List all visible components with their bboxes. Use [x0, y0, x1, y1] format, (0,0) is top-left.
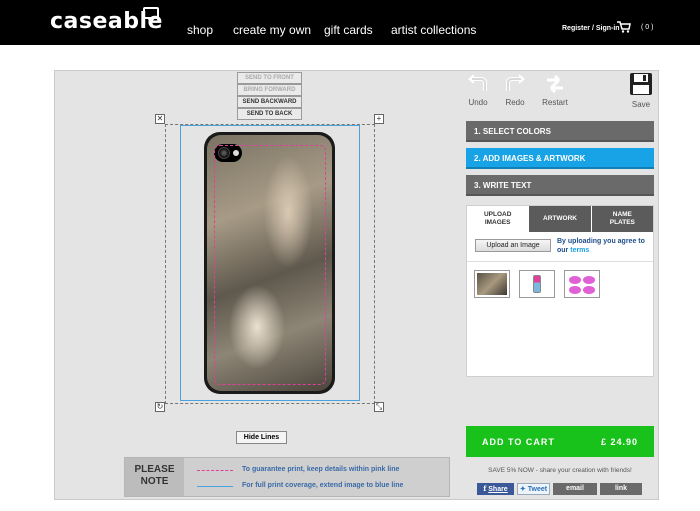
save-button[interactable]: Save [628, 72, 654, 109]
upload-image-button[interactable]: Upload an Image [475, 239, 551, 252]
cart-count: ( 0 ) [641, 24, 654, 31]
facebook-share-label: Share [488, 486, 508, 493]
hide-lines-button[interactable]: Hide Lines [236, 431, 287, 444]
tab-name-line2: PLATES [609, 219, 635, 226]
pink-line-legend [197, 470, 233, 471]
redo-button[interactable]: Redo [503, 74, 527, 107]
facebook-icon: f [483, 484, 487, 493]
upload-terms-notice: By uploading you agree to our terms [557, 237, 652, 255]
tweet-label: Tweet [527, 486, 548, 493]
redo-label: Redo [505, 98, 525, 107]
restart-label: Restart [542, 98, 568, 107]
tab-upload-line2: IMAGES [484, 219, 511, 226]
rotate-icon[interactable]: ↻ [155, 402, 165, 412]
thumbnail-phone [522, 273, 552, 295]
restart-button[interactable]: Restart [539, 74, 571, 107]
step-write-text[interactable]: 3. WRITE TEXT [466, 175, 654, 196]
price: £ 24.90 [600, 436, 638, 447]
undo-label: Undo [468, 98, 488, 107]
pink-oval-icon [569, 276, 581, 284]
tab-upload-images[interactable]: UPLOAD IMAGES [467, 206, 529, 232]
send-to-back-button[interactable]: SEND TO BACK [237, 108, 302, 120]
step-add-images-artwork[interactable]: 2. ADD IMAGES & ARTWORK [466, 148, 654, 169]
restart-icon [547, 74, 563, 94]
add-to-cart-button[interactable]: ADD TO CART £ 24.90 [466, 426, 654, 457]
panel-divider [467, 261, 653, 262]
pink-oval-icon [569, 286, 581, 294]
image-tabs: UPLOAD IMAGES ARTWORK NAME PLATES [467, 206, 653, 232]
images-panel: UPLOAD IMAGES ARTWORK NAME PLATES Upload… [466, 205, 654, 377]
speech-bubble-icon [143, 7, 159, 23]
email-button[interactable]: email [553, 483, 597, 495]
bring-forward-button[interactable]: BRING FORWARD [237, 84, 302, 96]
nav-artist-collections[interactable]: artist collections [391, 23, 476, 37]
tab-artwork[interactable]: ARTWORK [528, 206, 591, 232]
tab-upload-line1: UPLOAD [483, 211, 512, 218]
cart-icon[interactable] [617, 21, 631, 33]
share-discount-note: SAVE 5% NOW - share your creation with f… [488, 467, 632, 474]
pink-line-note: To guarantee print, keep details within … [242, 466, 400, 473]
note-label-line1: PLEASE [134, 464, 175, 475]
facebook-share-button[interactable]: f Share [477, 483, 514, 495]
tweet-button[interactable]: ✦ Tweet [517, 483, 550, 495]
send-to-front-button[interactable]: SEND TO FRONT [237, 72, 302, 84]
link-button[interactable]: link [600, 483, 642, 495]
uploaded-thumbnail-1[interactable] [474, 270, 510, 298]
register-sign-in-link[interactable]: Register / Sign-in [562, 25, 620, 32]
please-note-box: PLEASE NOTE To guarantee print, keep det… [124, 457, 450, 497]
please-note-label: PLEASE NOTE [125, 458, 184, 496]
pink-oval-icon [583, 286, 595, 294]
safe-print-pink-line [214, 145, 326, 385]
save-label: Save [631, 100, 651, 109]
terms-link[interactable]: terms [570, 247, 589, 254]
floppy-disk-icon [630, 73, 652, 95]
tab-name-line1: NAME [612, 211, 632, 218]
thumbnail-shapes [567, 273, 597, 295]
pink-oval-icon [583, 276, 595, 284]
blue-line-note: For full print coverage, extend image to… [242, 482, 404, 489]
twitter-bird-icon: ✦ [519, 486, 526, 493]
note-label-line2: NOTE [140, 476, 169, 487]
blue-line-legend [197, 486, 233, 487]
nav-create-my-own[interactable]: create my own [233, 23, 311, 37]
undo-icon [468, 74, 487, 91]
uploaded-thumbnail-3[interactable] [564, 270, 600, 298]
resize-icon[interactable]: ⤡ [374, 402, 384, 412]
mini-phone-icon [533, 275, 541, 293]
add-to-cart-label: ADD TO CART [482, 436, 555, 447]
nav-shop[interactable]: shop [187, 23, 213, 37]
top-nav-bar: caseable shop create my own gift cards a… [0, 0, 700, 45]
add-icon[interactable]: + [374, 114, 384, 124]
redo-icon [506, 74, 525, 91]
step-select-colors[interactable]: 1. SELECT COLORS [466, 121, 654, 142]
thumbnail-photo [477, 273, 507, 295]
uploaded-thumbnail-2[interactable] [519, 270, 555, 298]
tab-name-plates[interactable]: NAME PLATES [590, 206, 653, 232]
nav-gift-cards[interactable]: gift cards [324, 23, 373, 37]
undo-button[interactable]: Undo [466, 74, 490, 107]
close-icon[interactable]: ✕ [155, 114, 165, 124]
layer-menu: SEND TO FRONT BRING FORWARD SEND BACKWAR… [237, 72, 302, 120]
send-backward-button[interactable]: SEND BACKWARD [237, 96, 302, 108]
